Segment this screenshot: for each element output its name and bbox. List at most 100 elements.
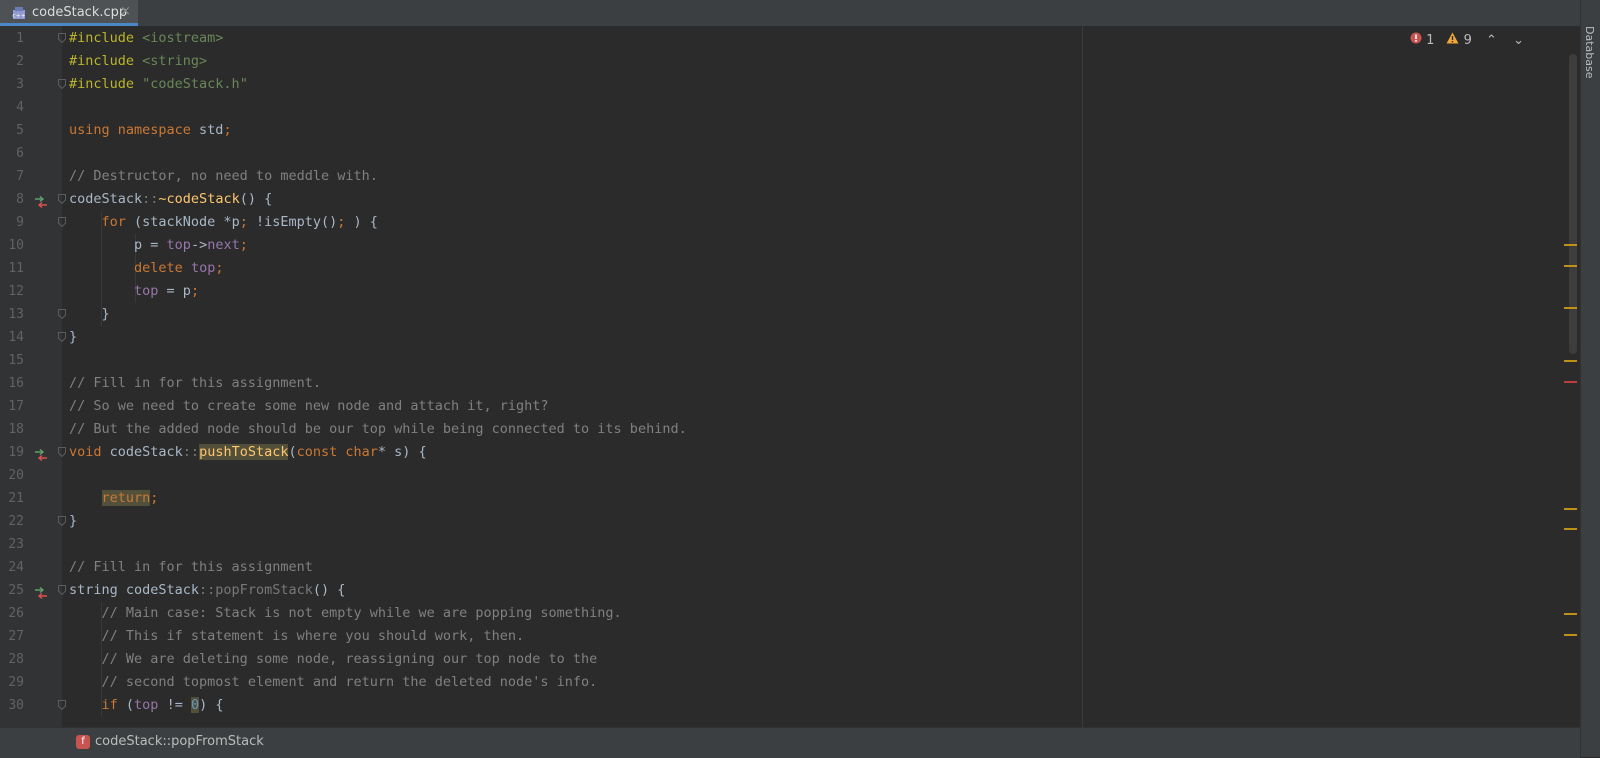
code-editor[interactable]: 1 #include <iostream> 2 #include <string> 3 #… [0, 26, 1568, 727]
line-number[interactable]: 14 [0, 326, 24, 349]
line-number[interactable]: 17 [0, 395, 24, 418]
previous-highlight-icon[interactable]: ⌃ [1486, 33, 1497, 48]
code-line[interactable]: 4 [0, 96, 1568, 119]
line-number[interactable]: 11 [0, 257, 24, 280]
code-line[interactable]: 15 [0, 349, 1568, 372]
line-number[interactable]: 27 [0, 625, 24, 648]
warning-stripe-mark[interactable] [1564, 244, 1577, 246]
line-number[interactable]: 30 [0, 694, 24, 717]
line-number[interactable]: 7 [0, 165, 24, 188]
code-line[interactable]: 26 // Main case: Stack is not empty whil… [0, 602, 1568, 625]
fold-marker-icon[interactable] [58, 309, 66, 319]
line-number[interactable]: 18 [0, 418, 24, 441]
vertical-scrollbar-thumb[interactable] [1569, 54, 1577, 354]
code-token: ; [337, 214, 354, 230]
implements-gutter-icon[interactable] [34, 193, 48, 209]
line-number[interactable]: 15 [0, 349, 24, 372]
line-number[interactable]: 6 [0, 142, 24, 165]
line-number[interactable]: 2 [0, 50, 24, 73]
line-number[interactable]: 16 [0, 372, 24, 395]
warning-stripe-mark[interactable] [1564, 307, 1577, 309]
fold-marker-icon[interactable] [58, 194, 66, 204]
code-line[interactable]: 9 for (stackNode *p; !isEmpty(); ) { [0, 211, 1568, 234]
warning-stripe-mark[interactable] [1564, 528, 1577, 530]
line-number[interactable]: 23 [0, 533, 24, 556]
fold-marker-icon[interactable] [58, 585, 66, 595]
code-line[interactable]: 30 if (top != 0) { [0, 694, 1568, 717]
error-stripe-mark[interactable] [1564, 381, 1577, 383]
line-number[interactable]: 1 [0, 27, 24, 50]
fold-marker-icon[interactable] [58, 79, 66, 89]
line-number[interactable]: 10 [0, 234, 24, 257]
code-line[interactable]: 3 #include "codeStack.h" [0, 73, 1568, 96]
line-number[interactable]: 21 [0, 487, 24, 510]
line-number[interactable]: 5 [0, 119, 24, 142]
tab-codestack-cpp[interactable]: c++ codeStack.cpp × [0, 0, 138, 26]
code-line[interactable]: 23 [0, 533, 1568, 556]
code-line[interactable]: 13 } [0, 303, 1568, 326]
fold-marker-icon[interactable] [58, 700, 66, 710]
code-token: std [199, 122, 224, 138]
line-number[interactable]: 8 [0, 188, 24, 211]
code-line[interactable]: 7 // Destructor, no need to meddle with. [0, 165, 1568, 188]
code-line[interactable]: 6 [0, 142, 1568, 165]
fold-marker-icon[interactable] [58, 217, 66, 227]
code-text: // So we need to create some new node an… [69, 395, 549, 418]
code-line[interactable]: 2 #include <string> [0, 50, 1568, 73]
code-line[interactable]: 25 string codeStack::popFromStack() { [0, 579, 1568, 602]
line-number[interactable]: 22 [0, 510, 24, 533]
implements-gutter-icon[interactable] [34, 446, 48, 462]
line-number[interactable]: 20 [0, 464, 24, 487]
warning-stripe-mark[interactable] [1564, 265, 1577, 267]
code-token: codeStack [109, 444, 183, 460]
warning-stripe-mark[interactable] [1564, 360, 1577, 362]
code-line[interactable]: 14} [0, 326, 1568, 349]
implements-gutter-icon[interactable] [34, 584, 48, 600]
code-line[interactable]: 10 p = top->next; [0, 234, 1568, 257]
code-line[interactable]: 16 // Fill in for this assignment. [0, 372, 1568, 395]
line-number[interactable]: 26 [0, 602, 24, 625]
line-number[interactable]: 19 [0, 441, 24, 464]
code-token: ; [239, 214, 256, 230]
code-line[interactable]: 5 using namespace std; [0, 119, 1568, 142]
line-number[interactable]: 9 [0, 211, 24, 234]
warning-stripe-mark[interactable] [1564, 634, 1577, 636]
line-number[interactable]: 29 [0, 671, 24, 694]
code-line[interactable]: 20 [0, 464, 1568, 487]
warning-count: 9 [1463, 32, 1472, 48]
line-number[interactable]: 28 [0, 648, 24, 671]
code-line[interactable]: 11 delete top; [0, 257, 1568, 280]
code-token: // This if statement is where you should… [101, 628, 525, 644]
fold-marker-icon[interactable] [58, 447, 66, 457]
fold-marker-icon[interactable] [58, 332, 66, 342]
close-icon[interactable]: × [120, 4, 131, 19]
line-number[interactable]: 4 [0, 96, 24, 119]
database-tool-tab[interactable]: Database [1583, 26, 1596, 79]
code-line[interactable]: 24 // Fill in for this assignment [0, 556, 1568, 579]
code-line[interactable]: 18 // But the added node should be our to… [0, 418, 1568, 441]
code-line[interactable]: 12 top = p; [0, 280, 1568, 303]
code-line[interactable]: 29 // second topmost element and return … [0, 671, 1568, 694]
code-line[interactable]: 1 #include <iostream> [0, 27, 1568, 50]
line-number[interactable]: 25 [0, 579, 24, 602]
code-line[interactable]: 8 codeStack::~codeStack() { [0, 188, 1568, 211]
fold-marker-icon[interactable] [58, 516, 66, 526]
breadcrumb-item[interactable]: codeStack::popFromStack [95, 734, 264, 749]
next-highlight-icon[interactable]: ⌄ [1513, 33, 1524, 48]
code-line[interactable]: 19 void codeStack::pushToStack(const char… [0, 441, 1568, 464]
code-line[interactable]: 22} [0, 510, 1568, 533]
code-line[interactable]: 21 return; [0, 487, 1568, 510]
fold-marker-icon[interactable] [58, 33, 66, 43]
line-number[interactable]: 13 [0, 303, 24, 326]
line-number[interactable]: 24 [0, 556, 24, 579]
code-line[interactable]: 28 // We are deleting some node, reassig… [0, 648, 1568, 671]
warning-stripe-mark[interactable] [1564, 508, 1577, 510]
inspection-widget[interactable]: 1 9 ⌃ ⌄ [1410, 32, 1524, 48]
warning-stripe-mark[interactable] [1564, 613, 1577, 615]
code-line[interactable]: 17 // So we need to create some new node … [0, 395, 1568, 418]
line-number[interactable]: 12 [0, 280, 24, 303]
code-line[interactable]: 27 // This if statement is where you sho… [0, 625, 1568, 648]
line-number[interactable]: 3 [0, 73, 24, 96]
code-token: ; [215, 260, 224, 276]
